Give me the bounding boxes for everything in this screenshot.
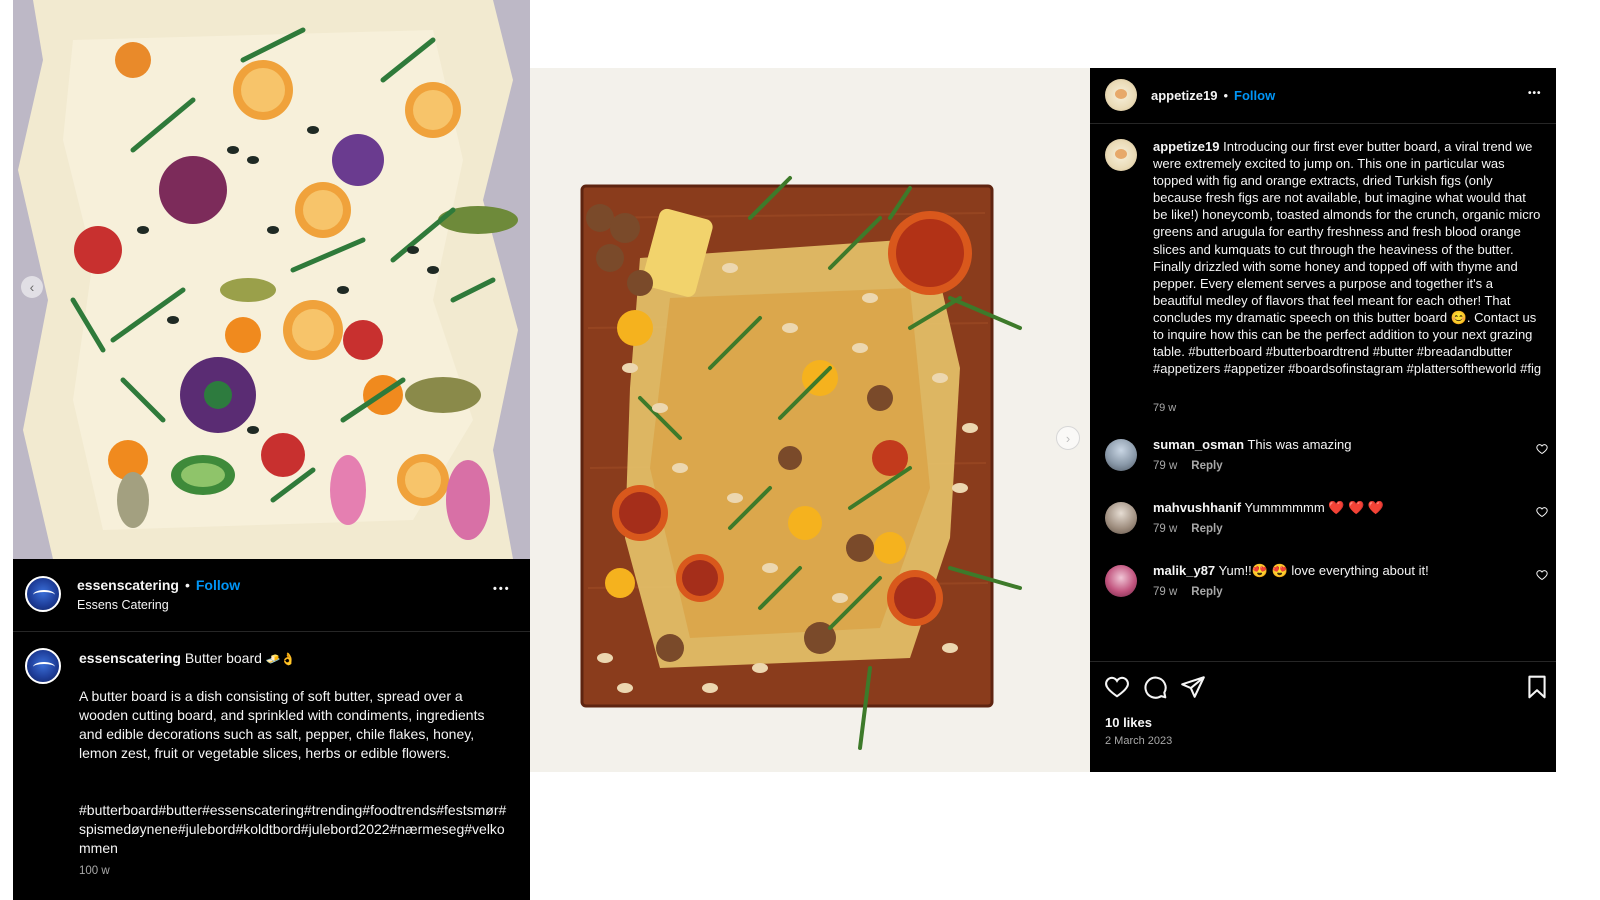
caption-body: A butter board is a dish consisting of s…	[79, 688, 485, 761]
caption-text: Introducing our first ever butter board,…	[1153, 139, 1542, 377]
avatar[interactable]	[1105, 79, 1137, 111]
caption-username[interactable]: appetize19	[1153, 139, 1219, 154]
share-icon[interactable]	[1180, 674, 1206, 700]
comment-item: suman_osman This was amazing 79 w Reply	[1090, 436, 1556, 496]
comment-line: suman_osman This was amazing	[1153, 436, 1351, 454]
post-author-line: essenscatering • Follow	[77, 577, 240, 595]
chevron-right-icon: ›	[1065, 430, 1071, 446]
separator-dot: •	[184, 577, 190, 593]
right-post-header: appetize19 • Follow •••	[1090, 68, 1556, 124]
left-post-caption: essenscatering Butter board 🧈👌 A butter …	[13, 632, 530, 900]
comment-text: This was amazing	[1247, 437, 1352, 452]
author-username[interactable]: essenscatering	[77, 577, 179, 593]
comment-item: malik_y87 Yum!!😍 😍 love everything about…	[1090, 562, 1556, 622]
comment-age: 79 w	[1153, 523, 1178, 535]
more-options-icon[interactable]: •••	[1528, 88, 1542, 99]
reply-button[interactable]: Reply	[1191, 460, 1222, 472]
avatar[interactable]	[1105, 565, 1137, 597]
comment-username[interactable]: mahvushhanif	[1153, 500, 1241, 515]
post-date: 2 March 2023	[1105, 735, 1173, 747]
comment-text: Yum!!😍 😍 love everything about it!	[1218, 563, 1429, 578]
next-image-button[interactable]: ›	[1056, 426, 1080, 450]
avatar[interactable]	[1105, 439, 1137, 471]
comment-item: mahvushhanif Yummmmmm ❤️ ❤️ ❤️ 79 w Reply	[1090, 499, 1556, 559]
avatar[interactable]	[25, 576, 61, 612]
heart-icon[interactable]	[1536, 443, 1548, 455]
post-caption: appetize19 Introducing our first ever bu…	[1153, 138, 1543, 377]
previous-image-button[interactable]: ‹	[21, 276, 43, 298]
location-label[interactable]: Essens Catering	[77, 598, 169, 612]
caption-age: 79 w	[1153, 402, 1177, 414]
more-options-icon[interactable]: •••	[493, 583, 511, 595]
reply-button[interactable]: Reply	[1191, 523, 1222, 535]
heart-icon[interactable]	[1536, 506, 1548, 518]
butter-board-wooden-illustration	[530, 68, 1090, 772]
butter-board-photo-main[interactable]	[530, 68, 1090, 772]
chevron-left-icon: ‹	[29, 279, 35, 295]
post-author-line: appetize19 • Follow	[1151, 87, 1275, 105]
caption-username[interactable]: essenscatering	[79, 650, 181, 666]
comment-username[interactable]: suman_osman	[1153, 437, 1244, 452]
comment-text: Yummmmmm ❤️ ❤️ ❤️	[1244, 500, 1385, 515]
butter-board-illustration	[13, 0, 530, 559]
avatar[interactable]	[1105, 139, 1137, 171]
caption-title-line: essenscatering Butter board 🧈👌	[79, 649, 296, 669]
avatar[interactable]	[1105, 502, 1137, 534]
comment-username[interactable]: malik_y87	[1153, 563, 1215, 578]
follow-button[interactable]: Follow	[196, 577, 240, 593]
comment-line: malik_y87 Yum!!😍 😍 love everything about…	[1153, 562, 1429, 580]
avatar[interactable]	[25, 648, 61, 684]
comment-icon[interactable]	[1142, 674, 1168, 700]
bookmark-icon[interactable]	[1524, 674, 1550, 700]
caption-hashtags[interactable]: #butterboard#butter#essenscatering#trend…	[79, 801, 507, 858]
comment-line: mahvushhanif Yummmmmm ❤️ ❤️ ❤️	[1153, 499, 1384, 517]
comment-meta: 79 w Reply	[1153, 460, 1223, 472]
appetize-post-panel: appetize19 • Follow ••• appetize19 Introdu…	[1090, 68, 1556, 772]
comments-area[interactable]: appetize19 Introducing our first ever bu…	[1090, 124, 1556, 664]
left-post-header: essenscatering • Follow Essens Catering ••…	[13, 559, 530, 632]
post-age: 100 w	[79, 865, 110, 877]
author-username[interactable]: appetize19	[1151, 88, 1217, 103]
post-actions: 10 likes 2 March 2023	[1090, 661, 1556, 772]
comment-meta: 79 w Reply	[1153, 586, 1223, 598]
likes-count[interactable]: 10 likes	[1105, 715, 1152, 730]
comment-age: 79 w	[1153, 586, 1178, 598]
essens-post: ‹ essenscatering • Follow Essens Catering …	[13, 0, 530, 900]
separator-dot: •	[1223, 88, 1229, 103]
heart-icon[interactable]	[1104, 674, 1130, 700]
caption-emoji: 🧈👌	[265, 652, 296, 666]
butter-board-photo-left[interactable]: ‹	[13, 0, 530, 559]
comment-meta: 79 w Reply	[1153, 523, 1223, 535]
comment-age: 79 w	[1153, 460, 1178, 472]
reply-button[interactable]: Reply	[1191, 586, 1222, 598]
follow-button[interactable]: Follow	[1234, 88, 1275, 103]
caption-title: Butter board	[184, 650, 262, 666]
heart-icon[interactable]	[1536, 569, 1548, 581]
